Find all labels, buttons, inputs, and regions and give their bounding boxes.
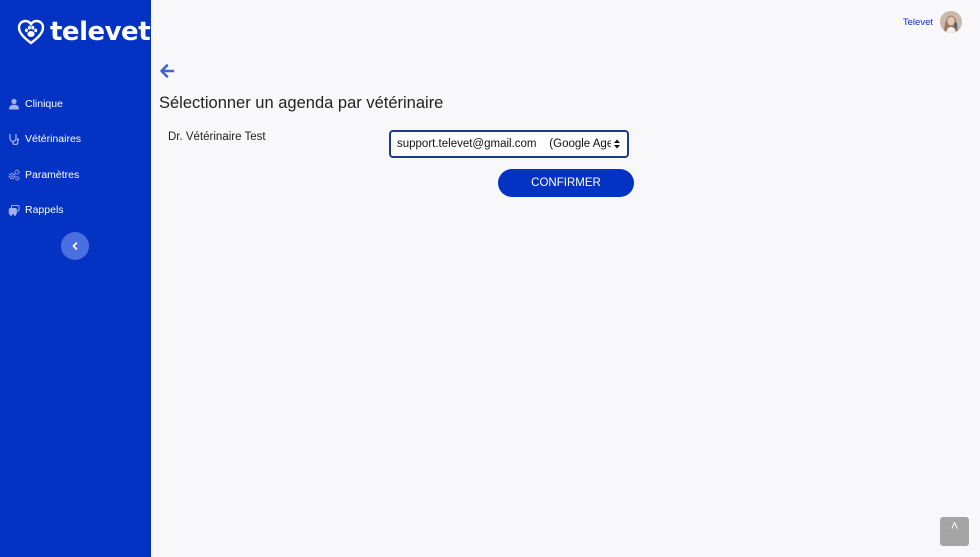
collapse-sidebar-button[interactable]: [61, 232, 89, 260]
sidebar-item-rappels[interactable]: Rappels: [8, 193, 81, 229]
agenda-select-value: support.televet@gmail.com (Google Agenda…: [397, 138, 611, 150]
heart-paw-icon: [17, 19, 45, 45]
chevron-left-icon: [72, 242, 78, 250]
sidebar-item-label: Clinique: [25, 97, 63, 110]
stethoscope-icon: [8, 133, 20, 146]
sidebar-item-veterinaires[interactable]: Vétérinaires: [8, 122, 81, 158]
user-menu[interactable]: Televet: [903, 11, 962, 33]
sidebar-item-parametres[interactable]: Paramètres: [8, 157, 81, 193]
sidebar-item-label: Vétérinaires: [25, 133, 82, 146]
chevron-up-icon: ˄: [950, 518, 959, 533]
sidebar-item-label: Paramètres: [25, 168, 80, 181]
televet-logo[interactable]: televet: [17, 16, 151, 48]
sidebar-nav: Clinique Vétérinaires Paramètres Rappels: [8, 86, 81, 228]
scroll-to-top-button[interactable]: ˄: [940, 517, 969, 546]
select-arrows-icon: [614, 139, 620, 149]
page-title: Sélectionner un agenda par vétérinaire: [159, 94, 444, 112]
brand-name: televet: [50, 17, 151, 47]
username: Televet: [902, 16, 933, 28]
agenda-select[interactable]: support.televet@gmail.com (Google Agenda…: [389, 130, 629, 158]
vet-name-label: Dr. Vétérinaire Test: [168, 131, 266, 143]
reminder-icon: [8, 204, 20, 216]
sidebar-item-clinique[interactable]: Clinique: [8, 86, 81, 122]
arrow-left-icon[interactable]: [159, 63, 175, 79]
confirm-button[interactable]: CONFIRMER: [498, 169, 634, 197]
avatar[interactable]: [940, 11, 962, 33]
sidebar: televet Clinique Vétérinaires Paramètres…: [0, 0, 151, 557]
user-icon: [8, 98, 20, 110]
gears-icon: [8, 169, 20, 181]
sidebar-item-label: Rappels: [25, 204, 64, 217]
